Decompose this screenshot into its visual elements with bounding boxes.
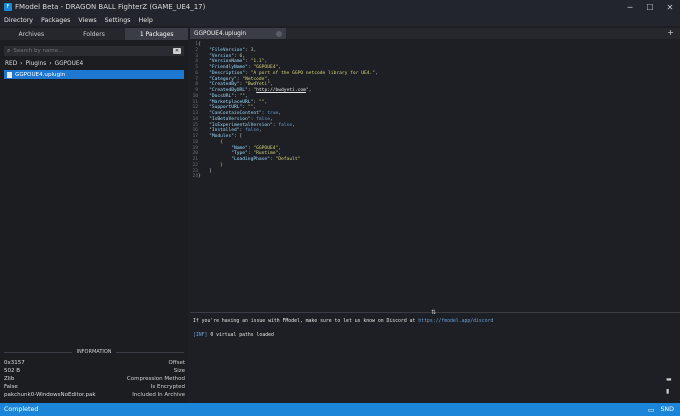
line-numbers: 1 2 3 4 5 6 7 8 9 10 11 12 13 14 15 16 17 18 19 20 21 22 23 24: [190, 42, 198, 180]
info-key: Offset: [168, 360, 185, 367]
clear-icon[interactable]: ✕: [173, 48, 181, 54]
info-key: Compression Method: [126, 376, 185, 383]
code-line: }: [198, 174, 201, 180]
info-row: 502 B Size: [4, 367, 185, 375]
divider: [115, 351, 184, 353]
information-title: INFORMATION: [76, 349, 112, 355]
file-icon: [7, 71, 12, 78]
info-key: Included In Archive: [132, 392, 185, 399]
add-tab-icon[interactable]: +: [667, 28, 674, 37]
breadcrumb-red[interactable]: RED: [5, 61, 17, 67]
info-row: Zlib Compression Method: [4, 375, 185, 383]
menu-views[interactable]: Views: [74, 17, 100, 24]
tab-folders[interactable]: Folders: [62, 28, 126, 40]
console-log-line: [INF] 0 virtual paths loaded: [193, 332, 663, 340]
menu-packages[interactable]: Packages: [37, 17, 74, 24]
menu-help[interactable]: Help: [134, 17, 156, 24]
breadcrumb-separator: ›: [20, 61, 23, 67]
log-tag: [INF]: [193, 333, 208, 338]
breadcrumb: RED › Plugins › GGPOUE4: [5, 61, 184, 67]
search-input[interactable]: [13, 48, 173, 54]
information-header: INFORMATION: [0, 348, 188, 356]
info-key: Size: [173, 368, 185, 375]
search-icon: ⌕: [7, 47, 11, 54]
breadcrumb-plugins[interactable]: Plugins: [25, 61, 46, 67]
information-table: 0x3157 Offset 502 B Size Zlib Compression M…: [4, 359, 185, 399]
info-value: Zlib: [4, 376, 15, 383]
info-value: False: [4, 384, 18, 391]
divider: [4, 351, 73, 353]
console-output: If you're having an issue with FModel, m…: [193, 318, 663, 340]
tab-packages[interactable]: 1 Packages: [125, 28, 189, 40]
resize-cursor-icon[interactable]: ⇅: [431, 309, 436, 316]
breadcrumb-separator: ›: [49, 61, 52, 67]
info-key: Is Encrypted: [150, 384, 185, 391]
info-row: False Is Encrypted: [4, 383, 185, 391]
tab-ggpoue4-uplugin[interactable]: GGPOUE4.uplugin: [190, 28, 286, 39]
discord-link[interactable]: https://fmodel.app/discord: [418, 319, 493, 324]
search-bar: ⌕ ✕: [4, 46, 184, 56]
editor-panel: GGPOUE4.uplugin + 1 2 3 4 5 6 7 8 9 10 11 12 13 14 15 1…: [190, 28, 680, 403]
info-value: 0x3157: [4, 360, 25, 367]
breadcrumb-ggpoue4[interactable]: GGPOUE4: [55, 61, 84, 67]
status-text: Completed: [4, 406, 39, 413]
status-snd: SND: [660, 406, 674, 413]
tab-archives[interactable]: Archives: [0, 28, 63, 40]
info-value: 502 B: [4, 368, 21, 375]
trash-icon[interactable]: ▮: [666, 388, 673, 395]
editor-tab-bar: GGPOUE4.uplugin +: [190, 28, 680, 39]
code-editor[interactable]: 1 2 3 4 5 6 7 8 9 10 11 12 13 14 15 16 17 18 19 20 21 22 23 24 …: [190, 42, 680, 327]
menu-directory[interactable]: Directory: [0, 17, 37, 24]
tab-label: GGPOUE4.uplugin: [194, 30, 247, 37]
window-title: FModel Beta - DRAGON BALL FighterZ (GAME…: [15, 3, 206, 11]
file-list: GGPOUE4.uplugin: [4, 70, 184, 79]
close-icon[interactable]: ✕: [660, 3, 680, 12]
info-row: 0x3157 Offset: [4, 359, 185, 367]
title-bar: F FModel Beta - DRAGON BALL FighterZ (GA…: [0, 0, 680, 14]
info-value: pakchunk0-WindowsNoEditor.pak: [4, 392, 96, 399]
info-row: pakchunk0-WindowsNoEditor.pak Included In…: [4, 391, 185, 399]
menu-settings[interactable]: Settings: [101, 17, 135, 24]
console-message-text: If you're having an issue with FModel, m…: [193, 319, 419, 324]
left-tabs: Archives Folders 1 Packages: [0, 28, 189, 40]
console-message: If you're having an issue with FModel, m…: [193, 318, 663, 326]
menu-bar: Directory Packages Views Settings Help: [0, 14, 680, 26]
close-tab-icon[interactable]: [276, 30, 282, 37]
monitor-icon: ▭: [647, 405, 655, 414]
left-panel: Archives Folders 1 Packages ⌕ ✕ RED › Pl…: [0, 28, 189, 403]
minimize-icon[interactable]: ─: [620, 3, 640, 12]
line-number: 24: [192, 174, 198, 180]
status-bar: Completed ▭ SND: [0, 403, 680, 416]
code-content[interactable]: { "FileVersion": 3, "Version": 6, "Versi…: [198, 42, 676, 180]
maximize-icon[interactable]: ☐: [640, 3, 660, 12]
file-name: GGPOUE4.uplugin: [15, 71, 66, 78]
fmodel-app-icon: F: [4, 3, 12, 11]
folder-icon[interactable]: ▬: [666, 376, 673, 383]
log-text: 0 virtual paths loaded: [207, 333, 274, 338]
list-item[interactable]: GGPOUE4.uplugin: [4, 70, 184, 79]
